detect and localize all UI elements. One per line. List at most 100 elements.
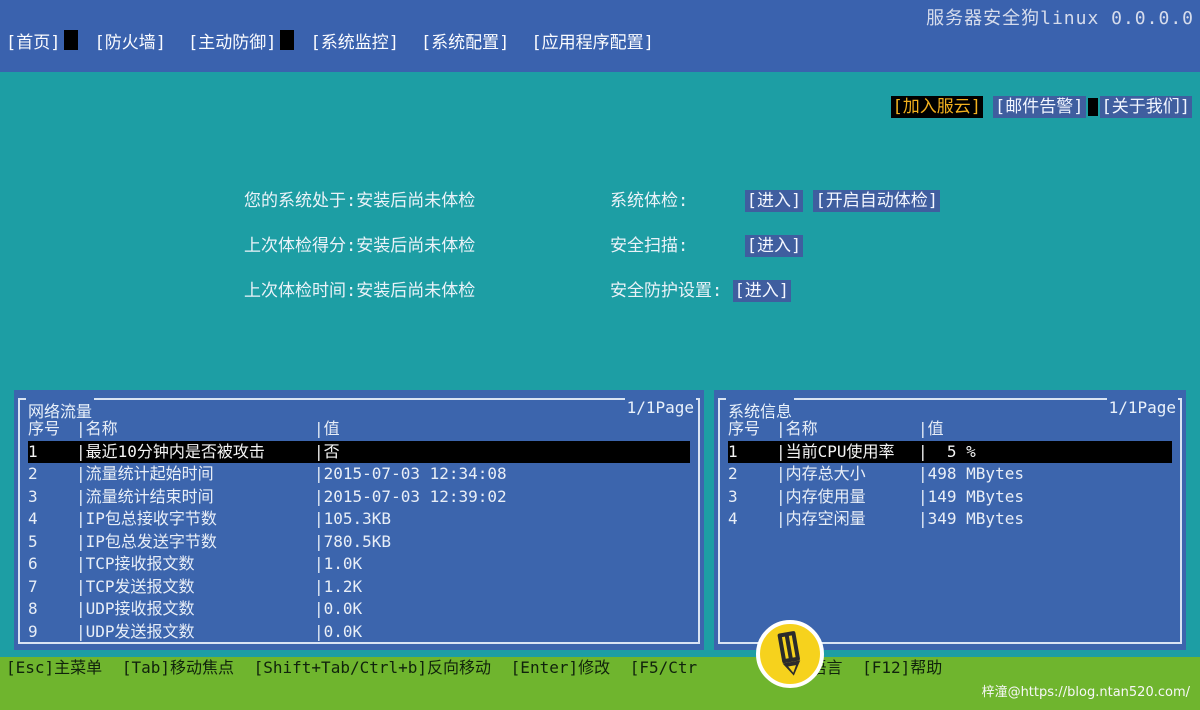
nav-item-system-config[interactable]: [系统配置] xyxy=(421,28,509,53)
table-row[interactable]: 2 |流量统计起始时间 |2015-07-03 12:34:08 xyxy=(28,463,690,486)
table-row[interactable]: 1 |当前CPU使用率 | 5 % xyxy=(728,440,1172,463)
row-index: 3 xyxy=(728,486,738,506)
row-name: |最近10分钟内是否被攻击 xyxy=(76,441,265,461)
row-name: |TCP发送报文数 xyxy=(76,576,195,596)
row-index: 7 xyxy=(28,576,38,596)
row-value: |1.2K xyxy=(314,576,363,596)
hint-tab: [Tab]移动焦点 xyxy=(121,658,234,677)
nav-item-system-monitor[interactable]: [系统监控] xyxy=(310,28,398,53)
app-title: 服务器安全狗linux 0.0.0.0 xyxy=(926,8,1194,29)
table-row[interactable]: 3 |内存使用量 |149 MBytes xyxy=(728,486,1172,509)
cursor-block xyxy=(280,30,295,50)
last-score-row: 上次体检得分:安装后尚未体检 xyxy=(244,231,475,256)
table-row[interactable]: 9 |UDP发送报文数 |0.0K xyxy=(28,621,690,644)
scan-label: 安全扫描: xyxy=(610,236,689,256)
cursor-block xyxy=(1087,98,1098,116)
row-value: |2015-07-03 12:34:08 xyxy=(314,464,507,483)
row-value: |否 xyxy=(314,441,340,461)
join-cloud-link[interactable]: [加入服云] xyxy=(890,96,984,118)
checkup-label: 系统体检: xyxy=(610,191,689,211)
column-header-value: |值 xyxy=(314,419,340,438)
mail-alert-link[interactable]: [邮件告警] xyxy=(993,96,1086,118)
row-value: |498 MBytes xyxy=(918,464,1024,483)
row-value: |149 MBytes xyxy=(918,486,1024,506)
scan-enter-button[interactable]: [进入] xyxy=(744,235,804,257)
row-value: |780.5KB xyxy=(314,531,392,551)
row-name: |流量统计结束时间 xyxy=(76,486,214,506)
table-row[interactable]: 4 |IP包总接收字节数 |105.3KB xyxy=(28,508,690,531)
system-state-row: 您的系统处于:安装后尚未体检 xyxy=(244,186,475,211)
row-name: |IP包总接收字节数 xyxy=(76,509,217,528)
scan-row: 安全扫描: [进入] xyxy=(610,231,804,257)
panel-frame: 系统信息 1/1Page 序号 |名称 |值 1 |当前CPU使用率 | 5 %… xyxy=(718,398,1182,644)
row-value: | 5 % xyxy=(918,441,976,461)
row-index: 3 xyxy=(28,486,38,506)
system-table: 序号 |名称 |值 1 |当前CPU使用率 | 5 % 2 |内存总大小 |49… xyxy=(728,418,1172,531)
nav-item-home[interactable]: [首页] xyxy=(6,28,60,53)
row-index: 6 xyxy=(28,554,38,573)
top-links: [加入服云] [邮件告警] [关于我们] xyxy=(890,96,1192,118)
hint-esc: [Esc]主菜单 xyxy=(6,658,103,677)
table-row[interactable]: 6 |TCP接收报文数 |1.0K xyxy=(28,553,690,576)
nav-item-app-config[interactable]: [应用程序配置] xyxy=(531,28,653,53)
protect-label: 安全防护设置: xyxy=(610,281,723,301)
checkup-enter-button[interactable]: [进入] xyxy=(744,190,804,212)
checkup-row: 系统体检: [进入] [开启自动体检] xyxy=(610,186,940,212)
panel-frame: 网络流量 1/1Page 序号 |名称 |值 1 |最近10分钟内是否被攻击 |… xyxy=(18,398,700,644)
main-nav: [首页] [防火墙] [主动防御] [系统监控] [系统配置] [应用程序配置] xyxy=(6,28,676,53)
table-row[interactable]: 5 |IP包总发送字节数 |780.5KB xyxy=(28,531,690,554)
auto-checkup-button[interactable]: [开启自动体检] xyxy=(813,190,940,212)
table-row[interactable]: 3 |流量统计结束时间 |2015-07-03 12:39:02 xyxy=(28,486,690,509)
table-row[interactable]: 4 |内存空闲量 |349 MBytes xyxy=(728,508,1172,531)
row-index: 2 xyxy=(728,464,738,483)
row-index: 4 xyxy=(728,509,738,528)
row-index: 8 xyxy=(28,599,38,618)
row-name: |UDP发送报文数 xyxy=(76,621,195,641)
panel-page-indicator: 1/1Page xyxy=(624,398,696,417)
column-header-index: 序号 xyxy=(28,419,61,438)
row-index: 5 xyxy=(28,531,38,551)
row-value: |1.0K xyxy=(314,554,363,573)
last-time-label: 上次体检时间:安装后尚未体检 xyxy=(244,281,476,301)
column-header-name: |名称 xyxy=(776,419,818,438)
row-value: |349 MBytes xyxy=(918,509,1024,528)
protect-enter-button[interactable]: [进入] xyxy=(732,280,791,302)
row-name: |内存空闲量 xyxy=(776,509,866,528)
column-header-name: |名称 xyxy=(76,419,118,438)
row-value: |2015-07-03 12:39:02 xyxy=(314,486,507,506)
row-name: |内存使用量 xyxy=(776,486,866,506)
row-index: 9 xyxy=(28,621,38,641)
row-name: |IP包总发送字节数 xyxy=(76,531,217,551)
row-name: |流量统计起始时间 xyxy=(76,464,214,483)
column-header-index: 序号 xyxy=(728,419,761,438)
table-header: 序号 |名称 |值 xyxy=(28,418,690,441)
nav-item-firewall[interactable]: [防火墙] xyxy=(94,28,165,53)
row-name: |TCP接收报文数 xyxy=(76,554,195,573)
hint-enter: [Enter]修改 xyxy=(510,658,611,677)
table-row[interactable]: 7 |TCP发送报文数 |1.2K xyxy=(28,576,690,599)
table-row[interactable]: 8 |UDP接收报文数 |0.0K xyxy=(28,598,690,621)
row-value: |105.3KB xyxy=(314,509,392,528)
table-row[interactable]: 1 |最近10分钟内是否被攻击 |否 xyxy=(28,440,690,463)
row-index: 2 xyxy=(28,464,38,483)
column-header-value: |值 xyxy=(918,419,944,438)
table-header: 序号 |名称 |值 xyxy=(728,418,1172,441)
hint-f5: [F5/Ctr xyxy=(629,658,698,677)
row-name: |当前CPU使用率 xyxy=(776,441,895,461)
row-index: 1 xyxy=(28,441,38,461)
nav-item-active-defense[interactable]: [主动防御] xyxy=(188,28,276,53)
last-score-label: 上次体检得分:安装后尚未体检 xyxy=(244,236,476,256)
protect-row: 安全防护设置: [进入] xyxy=(610,276,791,302)
about-us-link[interactable]: [关于我们] xyxy=(1099,96,1192,118)
row-index: 1 xyxy=(728,441,738,461)
cursor-block xyxy=(64,30,79,50)
table-row[interactable]: 2 |内存总大小 |498 MBytes xyxy=(728,463,1172,486)
hint-f12: [F12]帮助 xyxy=(862,658,943,677)
last-time-row: 上次体检时间:安装后尚未体检 xyxy=(244,276,475,301)
footer-bar: [Esc]主菜单 [Tab]移动焦点 [Shift+Tab/Ctrl+b]反向移… xyxy=(0,657,1200,710)
row-name: |UDP接收报文数 xyxy=(76,599,195,618)
system-state-label: 您的系统处于:安装后尚未体检 xyxy=(244,191,476,211)
row-value: |0.0K xyxy=(314,621,363,641)
top-bar: 服务器安全狗linux 0.0.0.0 [首页] [防火墙] [主动防御] [系… xyxy=(0,0,1200,72)
watermark: 梓潼@https://blog.ntan520.com/ xyxy=(981,685,1190,700)
